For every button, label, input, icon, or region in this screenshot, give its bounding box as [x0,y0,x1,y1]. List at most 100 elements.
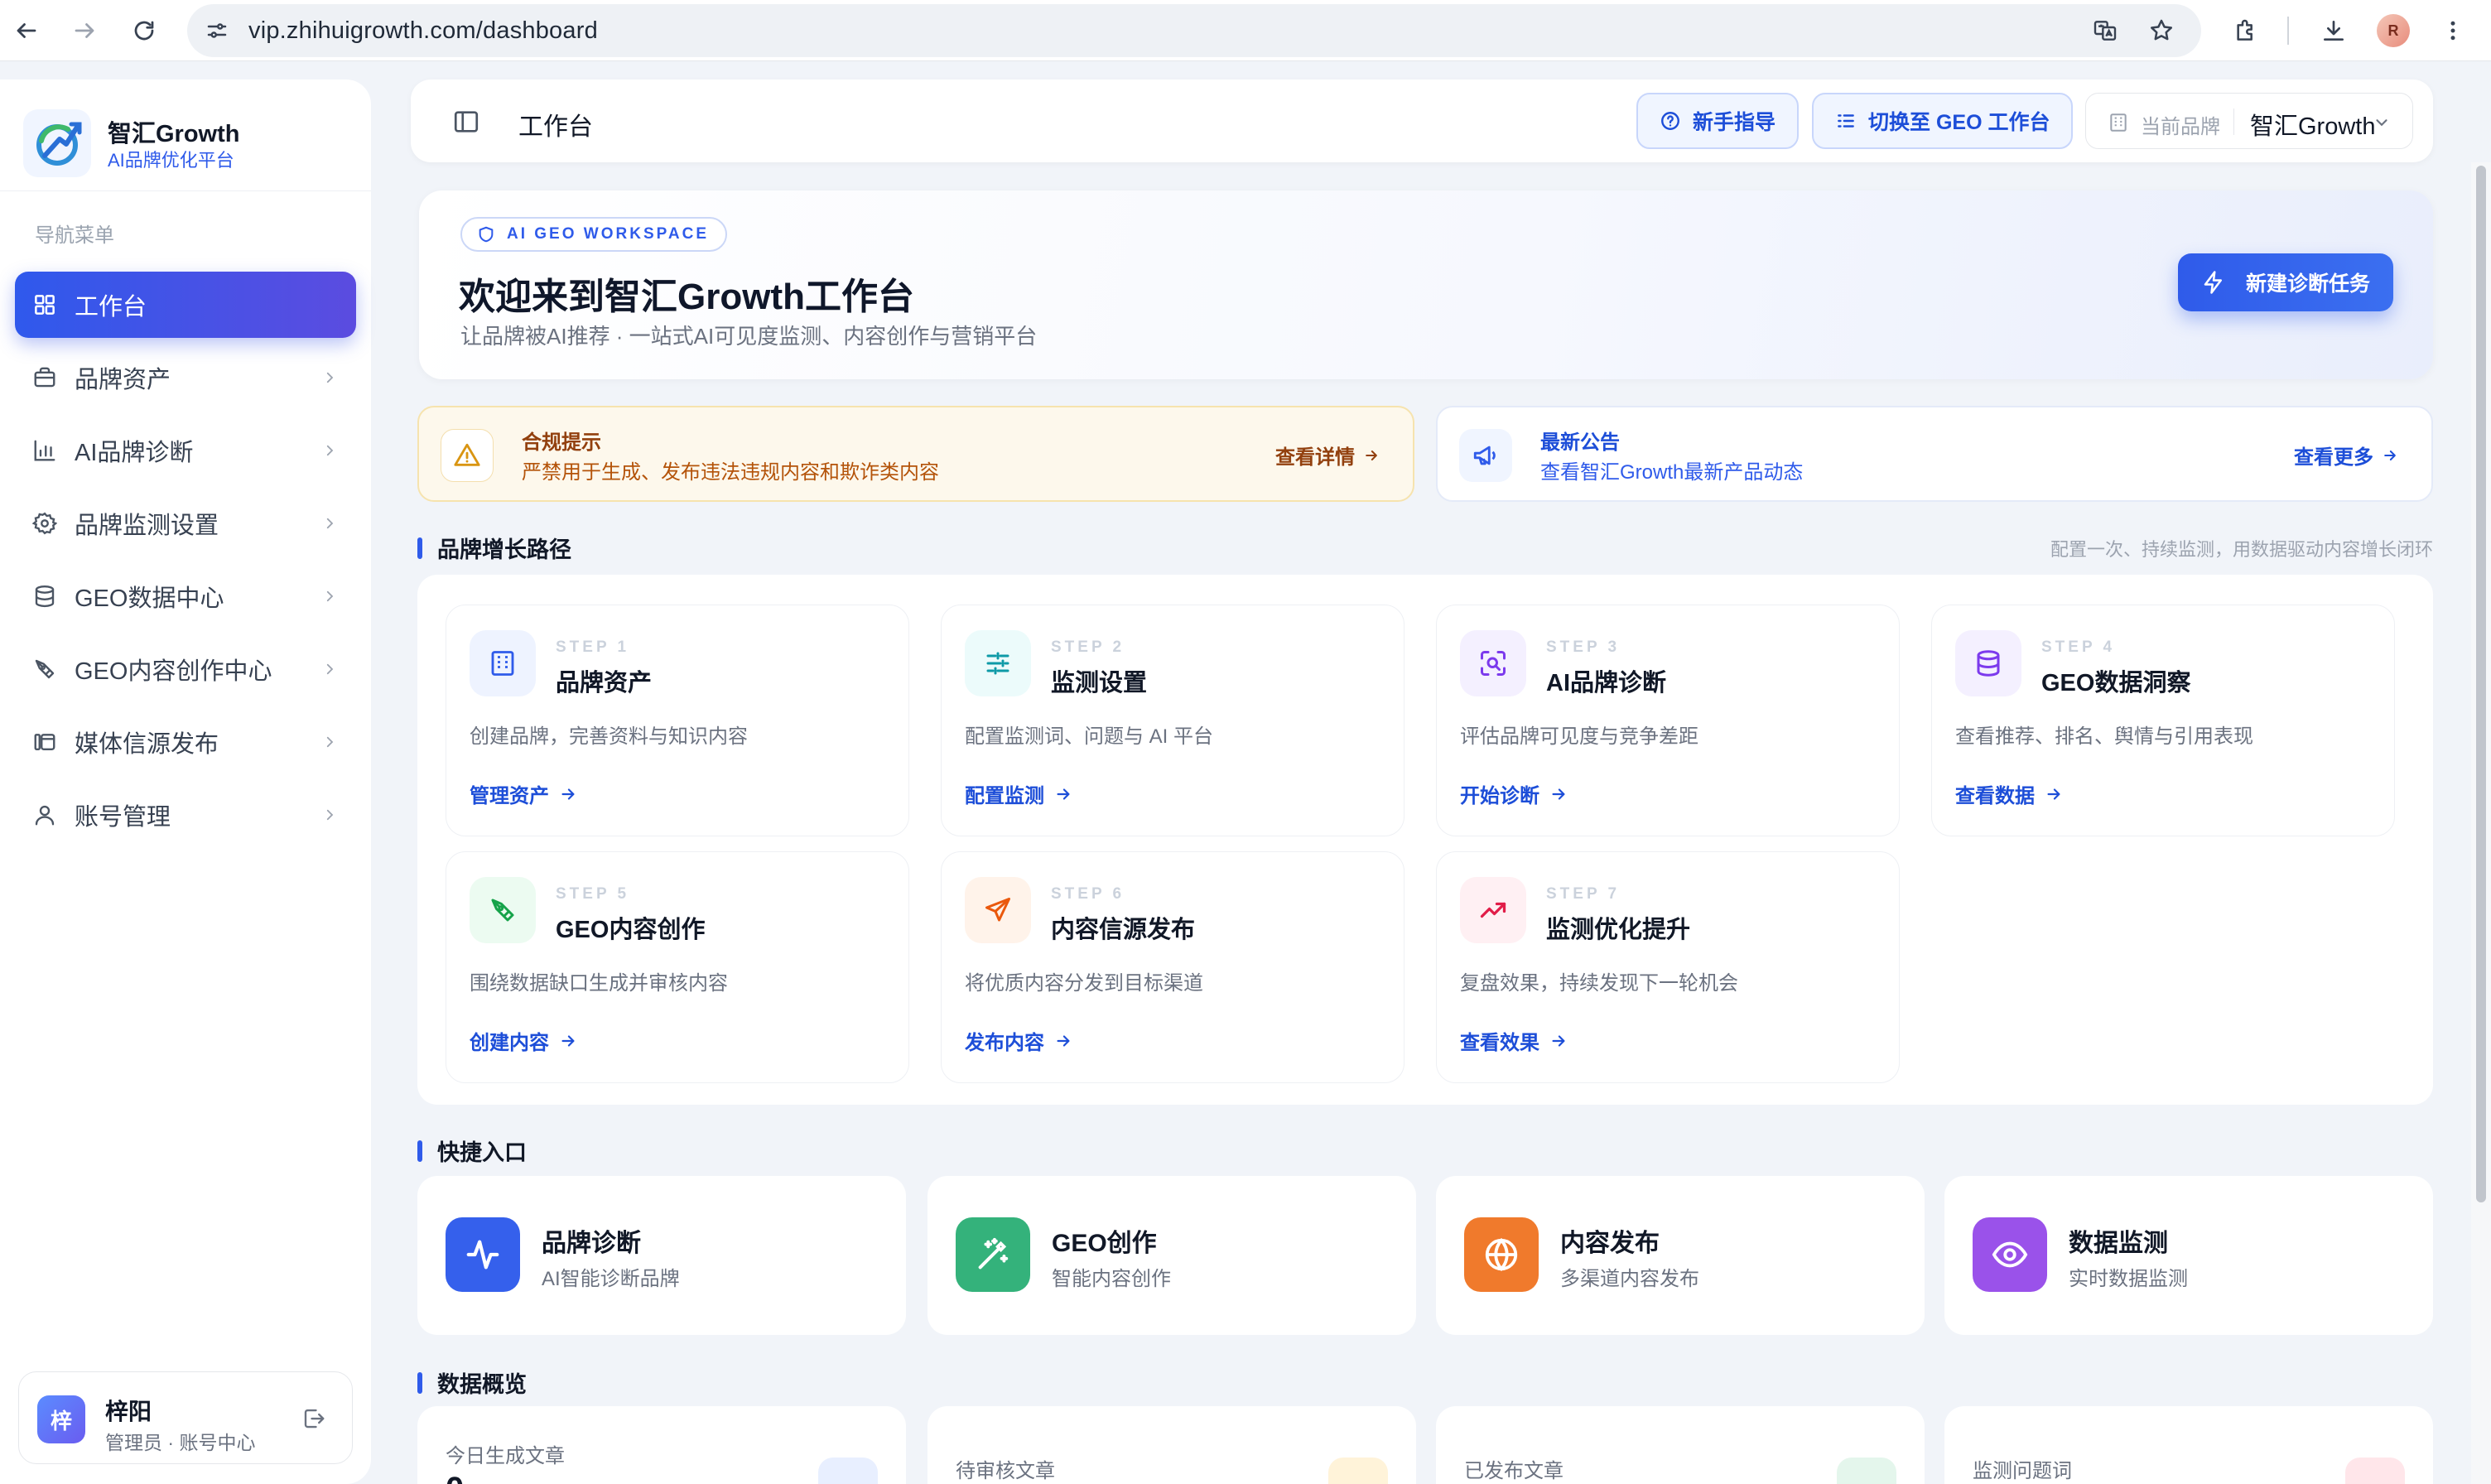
sidebar-item-media-publish[interactable]: 媒体信源发布 [15,709,356,775]
sidebar-item-geo-data-center[interactable]: GEO数据中心 [15,563,356,629]
sidebar-toggle-icon[interactable] [452,108,480,136]
growth-path-header: 品牌增长路径 [417,532,571,564]
more-menu-icon[interactable] [2435,12,2471,49]
scan-search-icon [1460,630,1526,696]
extensions-icon[interactable] [2228,12,2264,49]
user-name: 梓阳 [105,1399,152,1424]
step-link-label: 创建内容 [470,1032,549,1054]
step-description: 评估品牌可见度与竞争差距 [1460,725,1698,748]
brand-selector-label: 当前品牌 [2141,116,2220,138]
sidebar-item-label: AI品牌诊断 [75,440,194,466]
arrow-right-icon [1054,1032,1072,1050]
translate-icon[interactable] [2092,17,2118,44]
brand-selector-divider [2233,108,2234,135]
stat-card[interactable]: 监测问题词 [1944,1406,2433,1484]
step-name: 品牌资产 [556,670,653,696]
sidebar-item-label: 品牌监测设置 [75,513,219,539]
sidebar-item-label: 工作台 [75,294,147,320]
stat-icon [2345,1458,2405,1484]
step-link[interactable]: 开始诊断 [1460,779,1568,808]
step-card[interactable]: STEP 7 监测优化提升 复盘效果，持续发现下一轮机会 查看效果 [1436,851,1900,1083]
switch-geo-workspace-button[interactable]: 切换至 GEO 工作台 [1812,93,2074,149]
step-link[interactable]: 查看效果 [1460,1026,1568,1055]
bar-chart-icon [31,437,58,464]
step-link[interactable]: 配置监测 [965,779,1072,808]
new-diagnosis-label: 新建诊断任务 [2246,272,2371,296]
quick-entry-desc: 多渠道内容发布 [1560,1268,1699,1290]
user-icon [31,802,58,828]
step-link[interactable]: 发布内容 [965,1026,1072,1055]
stat-card[interactable]: 今日生成文章 0 [417,1406,906,1484]
quick-entry-card[interactable]: 品牌诊断 AI智能诊断品牌 [417,1176,906,1335]
step-card[interactable]: STEP 2 监测设置 配置监测词、问题与 AI 平台 配置监测 [941,605,1404,836]
bookmark-star-icon[interactable] [2148,17,2175,44]
sidebar-item-brand-assets[interactable]: 品牌资产 [15,344,356,411]
quick-entry-card[interactable]: 内容发布 多渠道内容发布 [1436,1176,1925,1335]
avatar: 梓 [37,1395,85,1443]
step-link[interactable]: 创建内容 [470,1026,577,1055]
help-circle-icon [1660,110,1681,132]
stat-card[interactable]: 已发布文章 [1436,1406,1925,1484]
brand-selector[interactable]: 当前品牌 智汇Growth [2085,93,2413,149]
step-card[interactable]: STEP 6 内容信源发布 将优质内容分发到目标渠道 发布内容 [941,851,1404,1083]
logout-icon[interactable] [301,1405,327,1432]
step-card[interactable]: STEP 5 GEO内容创作 围绕数据缺口生成并审核内容 创建内容 [446,851,909,1083]
quick-entry-card[interactable]: 数据监测 实时数据监测 [1944,1176,2433,1335]
dashboard-grid-icon [31,292,58,318]
step-name: 内容信源发布 [1051,917,1196,943]
stat-label: 监测问题词 [1973,1460,2072,1482]
stat-value: 0 [446,1471,464,1484]
growth-path-note: 配置一次、持续监测，用数据驱动内容增长闭环 [2050,539,2433,560]
chevron-right-icon [321,661,338,677]
step-name: GEO数据洞察 [2041,670,2191,696]
step-link[interactable]: 查看数据 [1955,779,2063,808]
quick-entry-desc: 智能内容创作 [1052,1268,1171,1290]
arrow-right-icon [1549,1032,1568,1050]
step-link-label: 查看效果 [1460,1032,1539,1054]
quick-entry-card[interactable]: GEO创作 智能内容创作 [928,1176,1416,1335]
quick-entry-desc: AI智能诊断品牌 [542,1268,680,1290]
stat-card[interactable]: 待审核文章 [928,1406,1416,1484]
new-diagnosis-button[interactable]: 新建诊断任务 [2178,253,2393,311]
pen-tool-icon [470,877,536,943]
site-info-icon[interactable] [204,17,230,44]
step-description: 创建品牌，完善资料与知识内容 [470,725,748,748]
compliance-details-label: 查看详情 [1275,446,1355,469]
chevron-right-icon [321,442,338,459]
sidebar-item-geo-content-center[interactable]: GEO内容创作中心 [15,636,356,702]
reload-icon[interactable] [126,12,162,49]
step-link-label: 发布内容 [965,1032,1044,1054]
download-icon[interactable] [2315,12,2352,49]
send-icon [965,877,1031,943]
step-card[interactable]: STEP 3 AI品牌诊断 评估品牌可见度与竞争差距 开始诊断 [1436,605,1900,836]
scrollbar-thumb[interactable] [2476,166,2486,1202]
step-card[interactable]: STEP 1 品牌资产 创建品牌，完善资料与知识内容 管理资产 [446,605,909,836]
sidebar: 智汇Growth AI品牌优化平台 导航菜单 工作台 品牌资产 AI品牌诊断 品… [0,80,371,1484]
brand-logo-block[interactable]: 智汇Growth AI品牌优化平台 [23,109,240,177]
sidebar-item-ai-diagnosis[interactable]: AI品牌诊断 [15,417,356,484]
step-name: AI品牌诊断 [1546,670,1667,696]
guide-button[interactable]: 新手指导 [1636,93,1800,149]
back-icon[interactable] [8,12,45,49]
step-link-label: 配置监测 [965,785,1044,807]
compliance-details-link[interactable]: 查看详情 [1275,441,1380,470]
user-role: 管理员 · 账号中心 [105,1432,256,1453]
sidebar-item-dashboard[interactable]: 工作台 [15,272,356,338]
user-card[interactable]: 梓 梓阳 管理员 · 账号中心 [18,1371,353,1464]
chevron-right-icon [321,734,338,750]
profile-avatar[interactable]: R [2375,12,2412,49]
growth-path-panel: STEP 1 品牌资产 创建品牌，完善资料与知识内容 管理资产 STEP 2 监测设置 配置… [417,575,2433,1105]
step-link[interactable]: 管理资产 [470,779,577,808]
sidebar-item-label: 媒体信源发布 [75,731,219,758]
sidebar-item-account[interactable]: 账号管理 [15,782,356,848]
sidebar-item-monitor-settings[interactable]: 品牌监测设置 [15,490,356,556]
step-card[interactable]: STEP 4 GEO数据洞察 查看推荐、排名、舆情与引用表现 查看数据 [1931,605,2395,836]
announcement-title: 最新公告 [1540,431,1620,454]
address-bar[interactable]: vip.zhihuigrowth.com/dashboard [187,4,2201,57]
workspace-badge-text: AI GEO WORKSPACE [507,225,709,243]
forward-icon[interactable] [66,12,103,49]
brand-logo [23,109,91,177]
hero-subtitle: 让品牌被AI推荐 · 一站式AI可见度监测、内容创作与营销平台 [460,324,1038,349]
chevron-right-icon [321,588,338,605]
announcement-more-link[interactable]: 查看更多 [2294,441,2398,470]
